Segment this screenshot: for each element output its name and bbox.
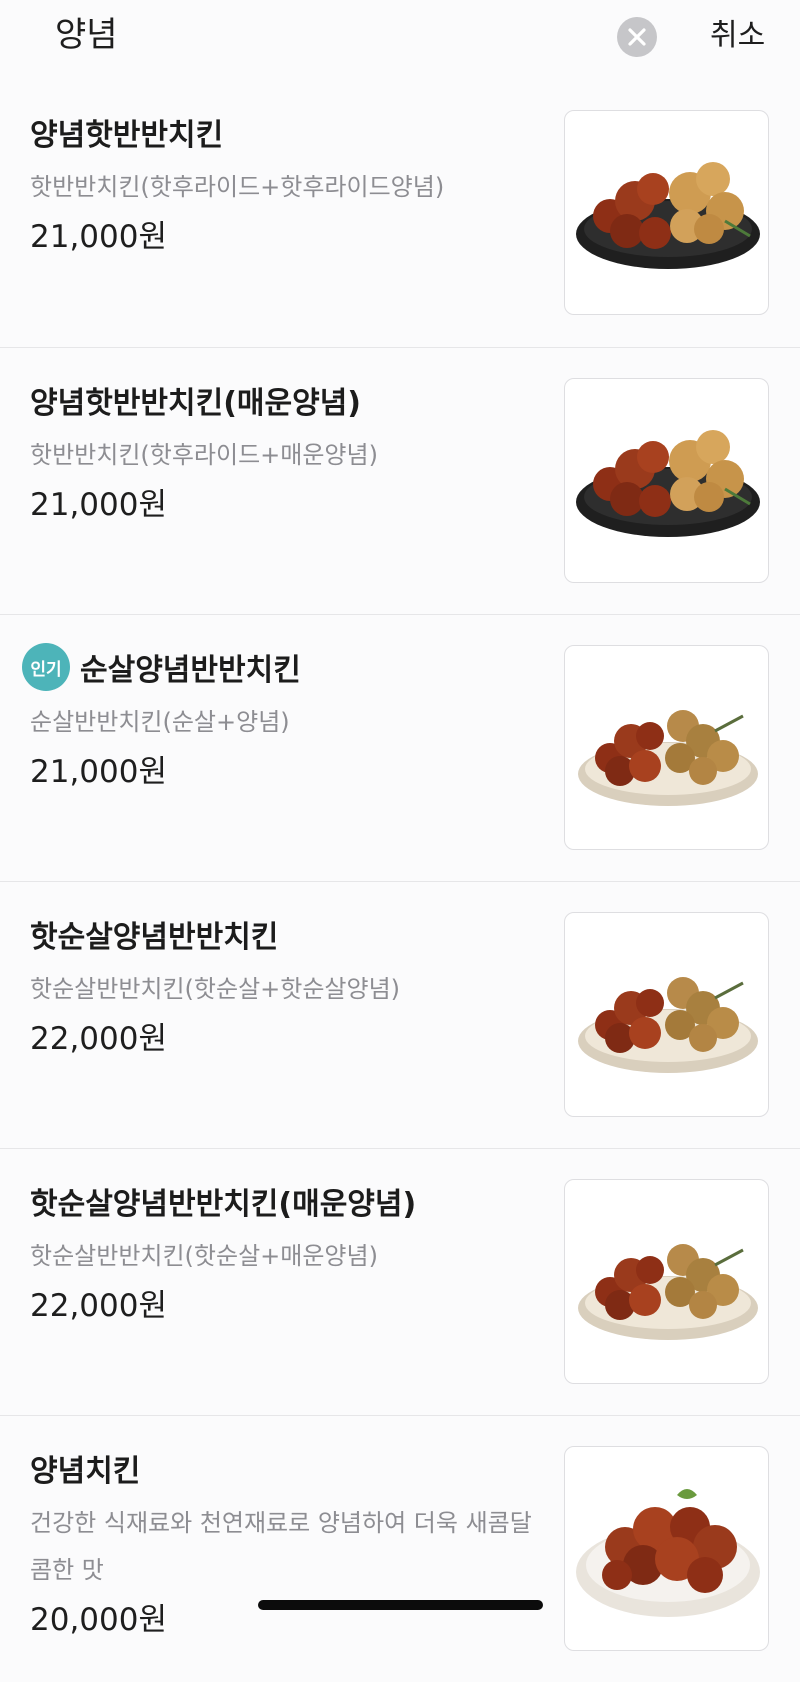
seasoned-chicken-plate-image xyxy=(576,1489,760,1617)
menu-item-image[interactable] xyxy=(564,645,769,850)
boneless-half-half-chicken-plate-image xyxy=(578,977,758,1073)
menu-item-title-row: 인기 순살양념반반치킨 xyxy=(22,641,301,693)
cancel-button[interactable]: 취소 xyxy=(710,14,765,58)
menu-item-image[interactable] xyxy=(564,1179,769,1384)
menu-item-name: 양념핫반반치킨 xyxy=(30,118,224,153)
menu-item-price: 21,000원 xyxy=(30,754,167,790)
search-header: 양념 취소 xyxy=(0,0,800,78)
menu-item-image[interactable] xyxy=(564,1446,769,1651)
menu-item-title-row: 양념핫반반치킨(매운양념) xyxy=(30,374,361,426)
menu-item[interactable]: 인기 순살양념반반치킨 순살반반치킨(순살+양념) 21,000원 xyxy=(0,614,800,881)
menu-item-description: 핫순살반반치킨(핫순살+매운양념) xyxy=(30,1242,378,1270)
boneless-half-half-chicken-plate-image xyxy=(578,710,758,806)
search-input[interactable]: 양념 xyxy=(55,12,118,58)
menu-item-name: 양념핫반반치킨(매운양념) xyxy=(30,386,362,421)
menu-item-title-row: 양념핫반반치킨 xyxy=(30,106,223,158)
menu-item-price: 21,000원 xyxy=(30,219,167,255)
menu-item-price: 21,000원 xyxy=(30,487,167,523)
menu-item[interactable]: 핫순살양념반반치킨 핫순살반반치킨(핫순살+핫순살양념) 22,000원 xyxy=(0,881,800,1148)
menu-list: 양념핫반반치킨 핫반반치킨(핫후라이드+핫후라이드양념) 21,000원 양념핫… xyxy=(0,80,800,1682)
menu-item-image[interactable] xyxy=(564,912,769,1117)
menu-item-description: 순살반반치킨(순살+양념) xyxy=(30,708,290,736)
menu-item[interactable]: 양념핫반반치킨 핫반반치킨(핫후라이드+핫후라이드양념) 21,000원 xyxy=(0,80,800,347)
menu-item-name: 순살양념반반치킨 xyxy=(80,653,301,688)
menu-item-image[interactable] xyxy=(564,378,769,583)
home-indicator xyxy=(258,1600,543,1610)
menu-item-description: 핫순살반반치킨(핫순살+핫순살양념) xyxy=(30,975,401,1003)
popular-badge: 인기 xyxy=(22,643,70,691)
menu-item-price: 22,000원 xyxy=(30,1288,167,1324)
menu-item-name: 핫순살양념반반치킨 xyxy=(30,920,279,955)
clear-search-button[interactable] xyxy=(617,17,657,57)
menu-item-description: 핫반반치킨(핫후라이드+매운양념) xyxy=(30,441,378,469)
menu-item-title-row: 핫순살양념반반치킨 xyxy=(30,908,278,960)
menu-item-name: 양념치킨 xyxy=(30,1454,141,1489)
menu-item-image[interactable] xyxy=(564,110,769,315)
menu-item-description: 건강한 식재료와 천연재료로 양념하여 더욱 새콤달콤한 맛 xyxy=(30,1509,532,1584)
half-half-chicken-dark-plate-image xyxy=(576,430,760,537)
menu-item[interactable]: 양념핫반반치킨(매운양념) 핫반반치킨(핫후라이드+매운양념) 21,000원 xyxy=(0,347,800,614)
menu-item-description: 핫반반치킨(핫후라이드+핫후라이드양념) xyxy=(30,173,445,201)
boneless-half-half-chicken-plate-image xyxy=(578,1244,758,1340)
menu-item-price: 20,000원 xyxy=(30,1602,167,1638)
close-icon xyxy=(628,28,646,46)
menu-item-price: 22,000원 xyxy=(30,1021,167,1057)
menu-item-title-row: 핫순살양념반반치킨(매운양념) xyxy=(30,1175,416,1227)
menu-item[interactable]: 양념치킨 건강한 식재료와 천연재료로 양념하여 더욱 새콤달콤한 맛 20,0… xyxy=(0,1415,800,1682)
half-half-chicken-dark-plate-image xyxy=(576,162,760,269)
menu-item-name: 핫순살양념반반치킨(매운양념) xyxy=(30,1187,417,1222)
menu-item[interactable]: 핫순살양념반반치킨(매운양념) 핫순살반반치킨(핫순살+매운양념) 22,000… xyxy=(0,1148,800,1415)
menu-item-title-row: 양념치킨 xyxy=(30,1442,140,1494)
